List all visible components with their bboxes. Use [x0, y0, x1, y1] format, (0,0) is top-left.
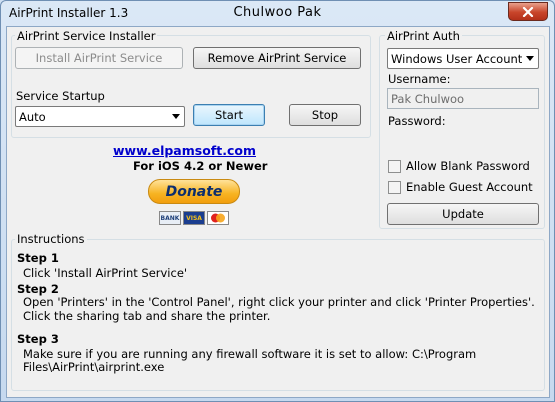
auth-mode-value: Windows User Account [391, 51, 523, 66]
visa-card-icon: VISA [183, 211, 205, 225]
step3-text-line1: Make sure if you are running any firewal… [23, 347, 477, 361]
stop-button[interactable]: Stop [289, 104, 361, 126]
step1-text: Click 'Install AirPrint Service' [23, 266, 188, 280]
chevron-down-icon [172, 114, 180, 119]
service-startup-value: Auto [19, 109, 46, 124]
title-bar[interactable]: AirPrint Installer 1.3 Chulwoo Pak [1, 1, 554, 27]
step1-title: Step 1 [17, 251, 59, 265]
auth-mode-select[interactable]: Windows User Account [387, 48, 539, 69]
allow-blank-password-checkbox[interactable] [388, 160, 401, 173]
remove-service-button[interactable]: Remove AirPrint Service [193, 47, 361, 69]
app-window: AirPrint Installer 1.3 Chulwoo Pak AirPr… [0, 0, 555, 402]
close-button[interactable] [508, 2, 548, 21]
username-field[interactable]: Pak Chulwoo [387, 88, 539, 109]
step2-text-line2: Click the sharing tab and share the prin… [23, 309, 271, 323]
username-label: Username: [388, 72, 451, 86]
step3-text-line2: Files\AirPrint\airprint.exe [23, 360, 165, 374]
enable-guest-account-label: Enable Guest Account [406, 180, 533, 194]
update-button[interactable]: Update [387, 203, 539, 225]
auth-group-label: AirPrint Auth [385, 29, 462, 43]
start-button[interactable]: Start [193, 104, 265, 126]
allow-blank-password-label: Allow Blank Password [406, 159, 530, 173]
chevron-down-icon [526, 56, 534, 61]
website-link[interactable]: www.elpamsoft.com [113, 143, 256, 158]
enable-guest-account-checkbox[interactable] [388, 181, 401, 194]
service-startup-label: Service Startup [16, 89, 105, 103]
instructions-label: Instructions [15, 232, 87, 246]
service-startup-select[interactable]: Auto [15, 106, 185, 127]
client-area: AirPrint Service Installer Install AirPr… [6, 26, 550, 398]
mastercard-logo-icon [211, 213, 225, 223]
mastercard-icon [207, 211, 229, 225]
install-service-button[interactable]: Install AirPrint Service [15, 47, 183, 69]
step2-title: Step 2 [17, 282, 59, 296]
donate-button[interactable]: Donate [148, 179, 240, 204]
step3-title: Step 3 [17, 332, 59, 346]
password-label: Password: [388, 114, 446, 128]
service-group-label: AirPrint Service Installer [15, 29, 158, 43]
window-center-title: Chulwoo Pak [233, 5, 322, 20]
close-icon [522, 6, 534, 17]
step2-text-line1: Open 'Printers' in the 'Control Panel', … [23, 295, 535, 309]
bank-card-icon: BANK [159, 211, 181, 225]
ios-version-note: For iOS 4.2 or Newer [133, 159, 268, 173]
